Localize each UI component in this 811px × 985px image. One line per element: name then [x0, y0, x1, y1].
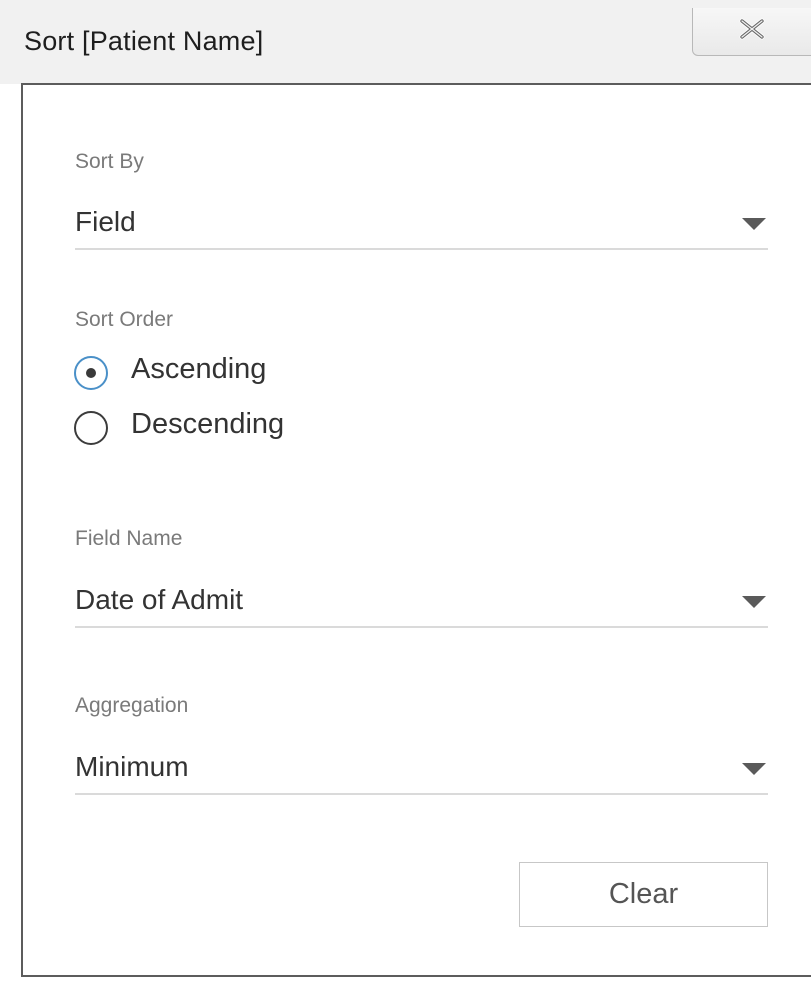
dialog-title: Sort [Patient Name]: [24, 26, 264, 56]
sort-by-dropdown[interactable]: Field: [75, 192, 768, 250]
radio-unselected-icon: [74, 411, 108, 445]
dialog-titlebar: Sort [Patient Name]: [0, 0, 811, 84]
chevron-down-icon: [742, 596, 766, 608]
field-name-label: Field Name: [75, 527, 183, 550]
sort-order-label: Sort Order: [75, 308, 174, 331]
sort-dialog: Sort [Patient Name] Sort By Field Sort O…: [0, 0, 811, 985]
radio-dot-icon: [86, 368, 96, 378]
sort-by-value: Field: [75, 206, 136, 237]
chevron-down-icon: [742, 763, 766, 775]
close-icon: [739, 18, 765, 40]
radio-ascending-label: Ascending: [131, 353, 267, 385]
field-name-value: Date of Admit: [75, 584, 244, 615]
radio-selected-icon: [74, 356, 108, 390]
chevron-down-icon: [742, 218, 766, 230]
aggregation-value: Minimum: [75, 751, 189, 782]
aggregation-dropdown[interactable]: Minimum: [75, 737, 768, 795]
clear-button[interactable]: Clear: [519, 862, 768, 927]
close-button[interactable]: [692, 8, 811, 56]
sort-by-label: Sort By: [75, 150, 144, 173]
radio-descending-label: Descending: [131, 408, 285, 440]
field-name-dropdown[interactable]: Date of Admit: [75, 570, 768, 628]
aggregation-label: Aggregation: [75, 694, 189, 717]
